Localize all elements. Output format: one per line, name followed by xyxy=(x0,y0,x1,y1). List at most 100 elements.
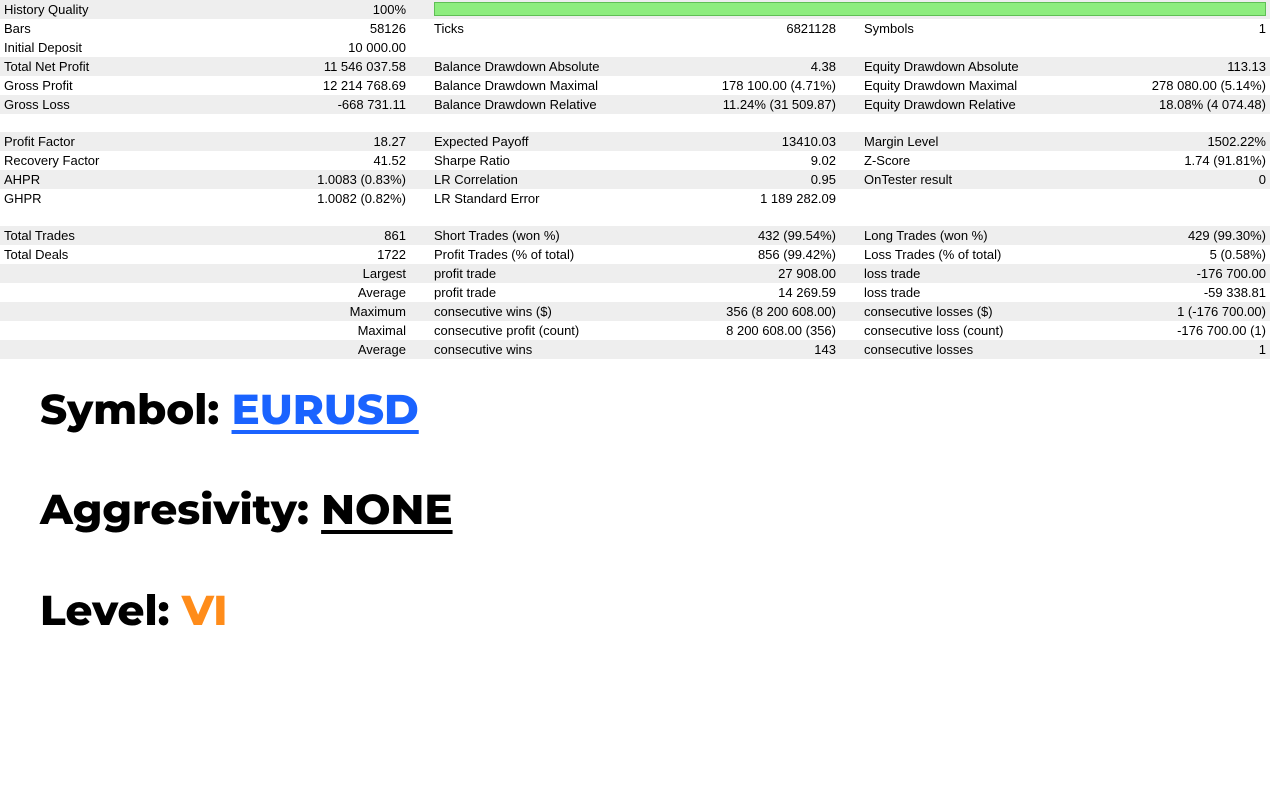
spacer xyxy=(840,38,860,57)
metric-value: 1722 xyxy=(160,245,410,264)
spacer xyxy=(410,189,430,208)
metric-value: 27 908.00 xyxy=(610,264,840,283)
metric-label: consecutive loss (count) xyxy=(860,321,1040,340)
metric-value: 1 (-176 700.00) xyxy=(1040,302,1270,321)
spacer xyxy=(840,151,860,170)
spacer xyxy=(840,321,860,340)
metric-value: Maximum xyxy=(160,302,410,321)
metric-value: 11 546 037.58 xyxy=(160,57,410,76)
metric-label xyxy=(0,264,160,283)
metric-value xyxy=(1040,189,1270,208)
metric-label xyxy=(0,283,160,302)
metric-value: 10 000.00 xyxy=(160,38,410,57)
spacer xyxy=(410,76,430,95)
history-quality-bar xyxy=(434,2,1266,16)
spacer xyxy=(840,76,860,95)
metric-value: 113.13 xyxy=(1040,57,1270,76)
metric-label: consecutive profit (count) xyxy=(430,321,610,340)
spacer xyxy=(410,283,430,302)
spacer xyxy=(410,95,430,114)
spacer xyxy=(840,302,860,321)
metric-label: Z-Score xyxy=(860,151,1040,170)
metric-label: Symbols xyxy=(860,19,1040,38)
metric-label: consecutive losses xyxy=(860,340,1040,359)
spacer xyxy=(840,95,860,114)
metric-value: 11.24% (31 509.87) xyxy=(610,95,840,114)
metric-value: 8 200 608.00 (356) xyxy=(610,321,840,340)
metric-value: 0 xyxy=(1040,170,1270,189)
metric-value: 18.27 xyxy=(160,132,410,151)
metric-label: AHPR xyxy=(0,170,160,189)
metric-label: Balance Drawdown Absolute xyxy=(430,57,610,76)
metric-value: -668 731.11 xyxy=(160,95,410,114)
level-label: Level: xyxy=(40,584,182,636)
spacer xyxy=(410,19,430,38)
level-line: Level: VI xyxy=(40,586,1240,634)
aggresivity-line: Aggresivity: NONE xyxy=(40,485,1240,533)
spacer xyxy=(410,245,430,264)
metric-value xyxy=(1040,38,1270,57)
spacer xyxy=(410,38,430,57)
metric-value: -176 700.00 (1) xyxy=(1040,321,1270,340)
metric-value: 1.0083 (0.83%) xyxy=(160,170,410,189)
metric-label: Recovery Factor xyxy=(0,151,160,170)
metric-value: 6821128 xyxy=(610,19,840,38)
spacer xyxy=(410,57,430,76)
metric-label: Equity Drawdown Absolute xyxy=(860,57,1040,76)
metric-label: Expected Payoff xyxy=(430,132,610,151)
spacer xyxy=(410,340,430,359)
metric-label: Long Trades (won %) xyxy=(860,226,1040,245)
metric-value: 356 (8 200 608.00) xyxy=(610,302,840,321)
metric-value: 58126 xyxy=(160,19,410,38)
metric-label: Loss Trades (% of total) xyxy=(860,245,1040,264)
metric-value: 12 214 768.69 xyxy=(160,76,410,95)
metric-value: 1.74 (91.81%) xyxy=(1040,151,1270,170)
metric-label: GHPR xyxy=(0,189,160,208)
metric-label xyxy=(430,38,610,57)
metric-label xyxy=(860,38,1040,57)
metric-label: Sharpe Ratio xyxy=(430,151,610,170)
metric-label: Margin Level xyxy=(860,132,1040,151)
spacer xyxy=(410,170,430,189)
metric-value xyxy=(610,38,840,57)
metric-label xyxy=(0,302,160,321)
spacer xyxy=(840,340,860,359)
metric-value: 13410.03 xyxy=(610,132,840,151)
metric-label: Gross Loss xyxy=(0,95,160,114)
metric-label: consecutive wins xyxy=(430,340,610,359)
metric-value: 41.52 xyxy=(160,151,410,170)
metric-value: 178 100.00 (4.71%) xyxy=(610,76,840,95)
metric-label: OnTester result xyxy=(860,170,1040,189)
metric-value: 1 189 282.09 xyxy=(610,189,840,208)
metric-value: -176 700.00 xyxy=(1040,264,1270,283)
spacer xyxy=(840,19,860,38)
spacer xyxy=(840,57,860,76)
aggresivity-label: Aggresivity: xyxy=(40,483,321,535)
spacer xyxy=(840,245,860,264)
spacer xyxy=(410,151,430,170)
spacer xyxy=(840,132,860,151)
metric-label: Equity Drawdown Maximal xyxy=(860,76,1040,95)
metric-value: Average xyxy=(160,340,410,359)
metric-value: 9.02 xyxy=(610,151,840,170)
spacer xyxy=(410,0,430,19)
metric-value: Largest xyxy=(160,264,410,283)
symbol-label: Symbol: xyxy=(40,383,232,435)
metric-label: Balance Drawdown Relative xyxy=(430,95,610,114)
metric-label: Total Deals xyxy=(0,245,160,264)
spacer xyxy=(840,264,860,283)
metric-label: Initial Deposit xyxy=(0,38,160,57)
metric-label: loss trade xyxy=(860,283,1040,302)
metric-value: 856 (99.42%) xyxy=(610,245,840,264)
metric-label: Balance Drawdown Maximal xyxy=(430,76,610,95)
metric-label: profit trade xyxy=(430,283,610,302)
metric-value: 278 080.00 (5.14%) xyxy=(1040,76,1270,95)
metric-label xyxy=(0,340,160,359)
metric-value: -59 338.81 xyxy=(1040,283,1270,302)
metric-value: 5 (0.58%) xyxy=(1040,245,1270,264)
metric-value: 432 (99.54%) xyxy=(610,226,840,245)
metric-value: 100% xyxy=(160,0,410,19)
metric-value: 14 269.59 xyxy=(610,283,840,302)
metric-value: 143 xyxy=(610,340,840,359)
level-value: VI xyxy=(182,584,228,636)
